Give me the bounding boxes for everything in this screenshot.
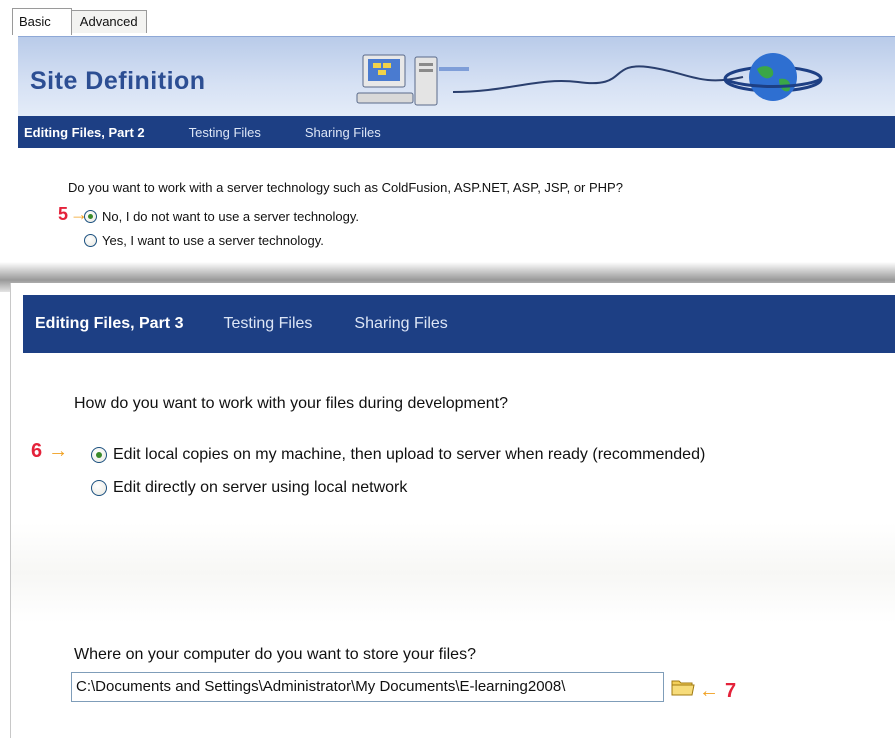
step-marker-6: 6 → — [31, 440, 68, 463]
nav-testing-files[interactable]: Testing Files — [223, 315, 312, 333]
radio-label: Yes, I want to use a server technology. — [102, 233, 324, 248]
radio-label: Edit local copies on my machine, then up… — [113, 446, 706, 463]
radio-button-selected[interactable] — [91, 447, 107, 463]
screenshot-composite: Basic Advanced Site Definition Editing F… — [0, 0, 895, 738]
panel-body-background — [11, 523, 895, 623]
local-root-folder-input[interactable]: C:\Documents and Settings\Administrator\… — [71, 672, 664, 702]
tab-bar: Basic Advanced — [12, 8, 147, 35]
site-definition-banner: Site Definition — [18, 36, 895, 116]
local-root-folder-value: C:\Documents and Settings\Administrator\… — [76, 678, 566, 695]
tab-basic[interactable]: Basic — [12, 8, 72, 35]
radio-button-selected[interactable] — [84, 210, 97, 223]
local-folder-label: Where on your computer do you want to st… — [74, 646, 476, 663]
development-workflow-question: How do you want to work with your files … — [74, 395, 508, 412]
tab-advanced[interactable]: Advanced — [70, 10, 147, 33]
nav-sharing-files[interactable]: Sharing Files — [293, 125, 381, 140]
nav-testing-files[interactable]: Testing Files — [177, 125, 261, 140]
folder-icon[interactable] — [671, 677, 695, 697]
nav-sharing-files[interactable]: Sharing Files — [354, 315, 447, 333]
wizard-step-nav-part3: Editing Files, Part 3 Testing Files Shar… — [23, 295, 895, 353]
step-marker-7: ← 7 — [699, 680, 736, 703]
radio-button[interactable] — [84, 234, 97, 247]
banner-title: Site Definition — [30, 67, 206, 95]
radio-use-server-technology[interactable]: Yes, I want to use a server technology. — [84, 233, 324, 248]
radio-label: Edit directly on server using local netw… — [113, 479, 408, 496]
radio-label: No, I do not want to use a server techno… — [102, 209, 360, 224]
arrow-right-icon: → — [48, 440, 69, 462]
nav-editing-files-part3[interactable]: Editing Files, Part 3 — [35, 315, 183, 333]
nav-editing-files-part2[interactable]: Editing Files, Part 2 — [18, 125, 145, 140]
site-definition-part2-panel: Basic Advanced Site Definition Editing F… — [0, 0, 895, 280]
computer-icon — [356, 54, 469, 106]
step-number: 7 — [725, 680, 737, 702]
radio-edit-local-copies[interactable]: Edit local copies on my machine, then up… — [91, 446, 705, 464]
server-technology-question: Do you want to work with a server techno… — [68, 180, 623, 195]
wave-line-decoration — [452, 65, 744, 93]
wizard-step-nav-part2: Editing Files, Part 2 Testing Files Shar… — [18, 116, 895, 148]
radio-button[interactable] — [91, 480, 107, 496]
arrow-left-icon: ← — [699, 680, 719, 702]
radio-no-server-technology[interactable]: No, I do not want to use a server techno… — [84, 209, 359, 224]
step-number: 6 — [31, 440, 43, 462]
site-definition-part3-panel: Editing Files, Part 3 Testing Files Shar… — [10, 283, 895, 738]
radio-edit-directly-on-server[interactable]: Edit directly on server using local netw… — [91, 479, 407, 497]
step-number: 5 — [58, 204, 69, 224]
globe-icon — [723, 53, 823, 101]
